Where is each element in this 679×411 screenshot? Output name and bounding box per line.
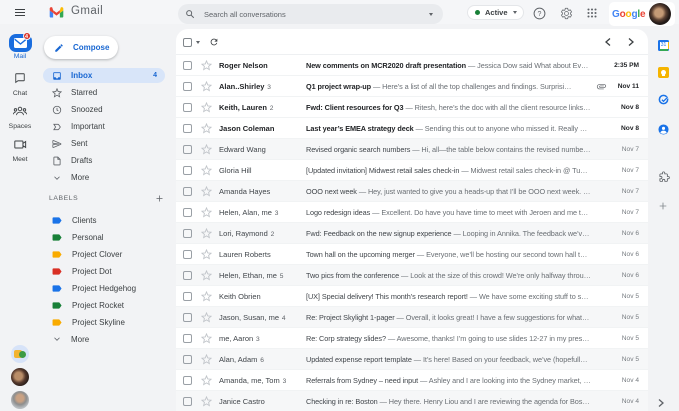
svg-text:?: ? [538, 11, 542, 18]
